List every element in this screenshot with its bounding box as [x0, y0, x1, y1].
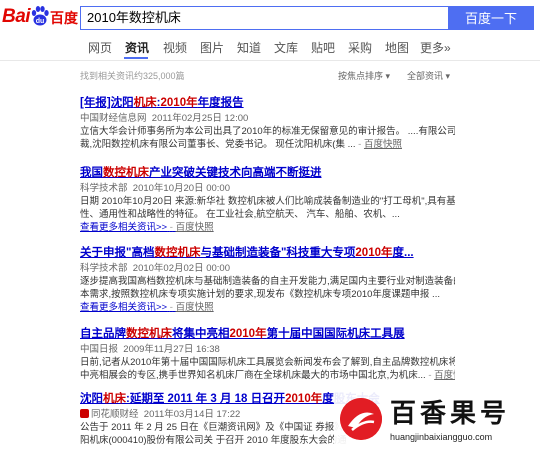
result-source: 科学技术部 2010年02月02日 00:00 [80, 263, 230, 274]
source-favicon-icon [80, 409, 89, 418]
baidu-logo[interactable]: Bai du 百度 [2, 6, 78, 30]
snapshot-link[interactable]: 百度快照 [176, 302, 214, 313]
logo-du: 百度 [50, 10, 78, 26]
result-item: 关于申报"高档数控机床与基础制造装备"科技重大专项2010年度... 科学技术部… [80, 246, 455, 314]
search-button[interactable]: 百度一下 [448, 6, 534, 30]
watermark-text: 百香果号 [390, 398, 511, 428]
tab-web[interactable]: 网页 [88, 40, 112, 56]
result-snippet: 逐步提高我国高档数控机床与基础制造装备的自主开发能力,满足国内主要行业对制造装备… [80, 276, 455, 287]
result-snippet: 性、通用性和战略性的特征。 在工业社会,航空航天、 汽车、船舶、农机、... [80, 209, 400, 220]
tab-news[interactable]: 资讯 [125, 40, 149, 56]
chevron-down-icon: ▾ [445, 71, 451, 81]
snapshot-link[interactable]: 百度快照 [176, 222, 214, 233]
filter-row: 找到相关资讯约325,000篇 按焦点排序 ▾ 全部资讯 ▾ [0, 66, 540, 82]
result-snippet: 中亮相展会的专区,携手世界知名机床厂商在全球机床最大的市场中国北京,为机床...… [80, 369, 455, 382]
result-item: 我国数控机床产业突破关键技术向高端不断挺进 科学技术部 2010年10月20日 … [80, 166, 455, 234]
tab-wenku[interactable]: 文库 [274, 40, 298, 56]
tab-more[interactable]: 更多» [420, 40, 451, 56]
result-snippet: 立信大华会计师事务所为本公司出具了2010年的标准无保留意见的审计报告。 ...… [80, 126, 455, 137]
result-title-link[interactable]: 我国数控机床产业突破关键技术向高端不断挺进 [80, 166, 455, 180]
result-item: [年报]沈阳机床:2010年年度报告 中国财经信息网 2011年02月25日 1… [80, 96, 455, 151]
tab-map[interactable]: 地图 [385, 40, 409, 56]
more-news-link[interactable]: 查看更多相关资讯>> - 百度快照 [80, 221, 455, 234]
scope-dropdown[interactable]: 全部资讯 ▾ [407, 69, 450, 82]
logo-bai: Bai [2, 6, 31, 27]
result-title-link[interactable]: [年报]沈阳机床:2010年年度报告 [80, 96, 455, 110]
watermark-url: huangjinbaixiangguo.com [390, 432, 493, 442]
active-tab-indicator [124, 57, 148, 59]
nav-tabs: 网页 资讯 视频 图片 知道 文库 贴吧 采购 地图 更多» [0, 40, 540, 62]
tab-zhidao[interactable]: 知道 [237, 40, 261, 56]
tab-images[interactable]: 图片 [200, 40, 224, 56]
result-source: 科学技术部 2010年10月20日 00:00 [80, 183, 230, 194]
paw-icon: du [31, 6, 49, 26]
more-news-link[interactable]: 查看更多相关资讯>> - 百度快照 [80, 301, 455, 314]
result-snippet: 本需求,按照数控机床专项实施计划的要求,现发布《数控机床专项2010年度课题申报… [80, 289, 440, 300]
watermark: 百香果号 huangjinbaixiangguo.com [334, 392, 540, 450]
tab-caigou[interactable]: 采购 [348, 40, 372, 56]
tab-video[interactable]: 视频 [163, 40, 187, 56]
result-title-link[interactable]: 自主品牌数控机床将集中亮相2010年第十届中国国际机床工具展 [80, 327, 455, 341]
snapshot-link[interactable]: 百度快照 [364, 139, 402, 150]
result-snippet: 日前,记者从2010年第十届中国国际机床工具展览会新闻发布会了解到,自主品牌数控… [80, 357, 455, 368]
tabs-divider [0, 60, 540, 61]
chevron-down-icon: ▾ [385, 71, 391, 81]
result-snippet: 日期 2010年10月20日 来源:新华社 数控机床被人们比喻成装备制造业的"打… [80, 196, 455, 207]
sort-dropdown[interactable]: 按焦点排序 ▾ [338, 69, 390, 82]
svg-text:du: du [36, 18, 45, 25]
result-source: 中国日报 2009年11月27日 16:38 [80, 344, 220, 355]
header: Bai du 百度 2010年数控机床 百度一下 [0, 0, 540, 36]
search-input[interactable]: 2010年数控机床 [80, 6, 448, 30]
result-item: 自主品牌数控机床将集中亮相2010年第十届中国国际机床工具展 中国日报 2009… [80, 327, 455, 382]
snapshot-link[interactable]: 百度快照 [434, 370, 455, 381]
result-source: 中国财经信息网 2011年02月25日 12:00 [80, 113, 249, 124]
tab-tieba[interactable]: 贴吧 [311, 40, 335, 56]
result-snippet: 裁,沈阳数控机床有限公司董事长、党委书记。 现任沈阳机床(集 ... - 百度快… [80, 139, 402, 150]
watermark-logo-icon [340, 398, 382, 440]
result-count: 找到相关资讯约325,000篇 [80, 71, 185, 81]
result-title-link[interactable]: 关于申报"高档数控机床与基础制造装备"科技重大专项2010年度... [80, 246, 455, 260]
